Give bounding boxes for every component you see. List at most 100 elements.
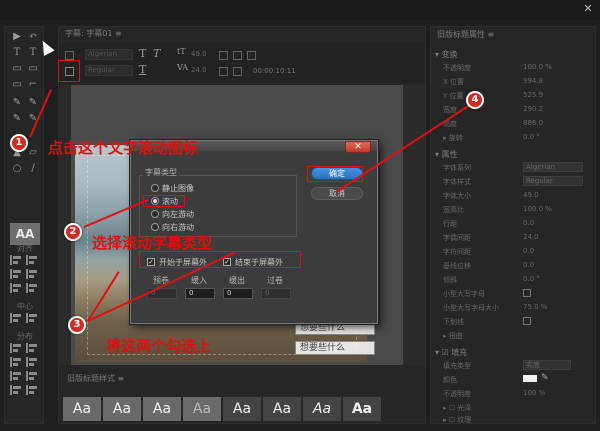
italic-icon[interactable]: T <box>153 47 160 60</box>
window-close-icon[interactable]: ✕ <box>582 3 594 15</box>
ease-in-input[interactable]: 0 <box>185 288 215 299</box>
tools-panel: ▶ ↶ T T ▭ ▭ ▭ ⌐ ✎ ✎ ✎ ✎ ▲ ▱ ○ / AA 对齐 中心… <box>4 26 44 424</box>
vertical-path-type-tool-icon[interactable]: ⌐ <box>26 79 40 91</box>
eyedropper-icon[interactable]: ✎ <box>541 373 549 383</box>
radio-still[interactable] <box>151 184 159 192</box>
prop-value[interactable]: 75.0 % <box>523 303 547 311</box>
font-family-field[interactable]: Algerian <box>523 162 583 172</box>
prop-value[interactable]: 886.0 <box>523 119 543 127</box>
dialog-close-button[interactable]: ✕ <box>345 141 371 153</box>
step-1-caption: 点击这个文字滚动图标 <box>48 139 199 157</box>
distribute-bottom-icon[interactable] <box>26 371 38 381</box>
align-right-icon[interactable] <box>10 269 22 279</box>
properties-header: 旧版标题属性 ≡ <box>437 30 495 39</box>
vertical-type-tool-icon[interactable]: T <box>26 47 40 59</box>
title-style-swatch[interactable]: Aa <box>263 397 301 421</box>
prop-value[interactable]: 994.8 <box>523 77 543 85</box>
title-style-swatch[interactable]: Aa <box>223 397 261 421</box>
distribute-top-icon[interactable] <box>26 357 38 367</box>
underline-checkbox[interactable] <box>523 317 531 325</box>
tab-stops-icon[interactable] <box>219 67 228 76</box>
title-style-swatch[interactable]: Aa <box>303 397 341 421</box>
radio-crawl-right[interactable] <box>151 223 159 231</box>
align-center-icon[interactable] <box>26 255 38 265</box>
title-style-swatch[interactable]: Aa <box>183 397 221 421</box>
center-horizontal-icon[interactable] <box>10 313 22 323</box>
distribute-center-icon[interactable] <box>26 343 38 353</box>
font-family-select[interactable]: Algerian <box>85 49 133 60</box>
arc-tool-icon[interactable]: ▱ <box>26 147 40 159</box>
postroll-input[interactable]: 0 <box>261 288 291 299</box>
prop-value[interactable]: 49.0 <box>523 191 539 199</box>
sheen-section[interactable]: ▸ ☐ 光泽 <box>443 403 471 413</box>
font-style-field[interactable]: Regular <box>523 176 583 186</box>
new-title-icon[interactable] <box>65 51 74 60</box>
prop-value[interactable]: 0.0 <box>523 247 534 255</box>
ease-out-input[interactable]: 0 <box>223 288 253 299</box>
texture-section[interactable]: ▸ ☐ 纹理 <box>443 415 471 425</box>
fill-color-swatch[interactable] <box>523 375 537 382</box>
transform-section[interactable]: ▾ 变换 <box>435 49 458 60</box>
small-caps-checkbox[interactable] <box>523 289 531 297</box>
font-size-value[interactable]: 49.0 <box>191 50 207 58</box>
align-middle-icon[interactable] <box>10 283 22 293</box>
prop-value[interactable]: 100 % <box>523 389 545 397</box>
properties-section[interactable]: ▾ 属性 <box>435 149 458 160</box>
align-bottom-icon[interactable] <box>26 283 38 293</box>
vertical-area-type-tool-icon[interactable]: ▭ <box>26 63 40 75</box>
add-anchor-tool-icon[interactable]: ✎ <box>10 113 24 125</box>
underline-icon[interactable]: T <box>139 63 146 76</box>
align-left-text-icon[interactable] <box>219 51 228 60</box>
kerning-value[interactable]: 24.0 <box>191 66 207 74</box>
radio-crawl-left-label[interactable]: 向左游动 <box>162 209 194 220</box>
type-tool-icon[interactable]: T <box>10 47 24 59</box>
distribute-middle-icon[interactable] <box>10 371 22 381</box>
area-type-tool-icon[interactable]: ▭ <box>10 63 24 75</box>
title-style-swatch[interactable]: Aa <box>343 397 381 421</box>
prop-value[interactable]: 0.0 ° <box>523 275 540 283</box>
title-style-swatch[interactable]: Aa <box>143 397 181 421</box>
selection-tool-icon[interactable]: ▶ <box>10 31 24 43</box>
prop-value[interactable]: 24.0 <box>523 233 539 241</box>
distribute-section-label: 分布 <box>17 332 33 341</box>
bold-icon[interactable]: T <box>139 47 146 60</box>
prop-label: 字体大小 <box>443 192 471 200</box>
align-right-text-icon[interactable] <box>247 51 256 60</box>
distribute-left-icon[interactable] <box>10 343 22 353</box>
distribute-v-space-icon[interactable] <box>26 385 38 395</box>
title-style-swatch[interactable]: Aa <box>103 397 141 421</box>
align-center-text-icon[interactable] <box>233 51 242 60</box>
pen-tool-icon[interactable]: ✎ <box>10 97 24 109</box>
distribute-h-space-icon[interactable] <box>10 385 22 395</box>
distort-section[interactable]: ▸ 扭曲 <box>443 331 463 341</box>
title-style-swatch[interactable]: Aa <box>63 397 101 421</box>
prop-value[interactable]: 525.9 <box>523 91 543 99</box>
rotate-tool-icon[interactable]: ↶ <box>26 31 40 43</box>
title-text-line[interactable]: 想要些什么 <box>295 341 375 355</box>
fill-type-select[interactable]: 实底 <box>523 360 571 370</box>
prop-value[interactable]: 0.0 <box>523 219 534 227</box>
align-left-icon[interactable] <box>10 255 22 265</box>
fill-section[interactable]: ▾ ☑ 填充 <box>435 347 467 358</box>
title-tab[interactable]: 字幕: 字幕01 ≡ <box>65 27 122 40</box>
prop-value[interactable]: 100.0 % <box>523 63 552 71</box>
delete-anchor-tool-icon[interactable]: ✎ <box>26 97 40 109</box>
prop-value[interactable]: 0.0 <box>523 261 534 269</box>
path-type-tool-icon[interactable]: ▭ <box>10 79 24 91</box>
timecode[interactable]: 00:00:10:11 <box>253 67 296 75</box>
distribute-right-icon[interactable] <box>10 357 22 367</box>
font-style-select[interactable]: Regular <box>85 65 133 76</box>
line-tool-icon[interactable]: / <box>26 163 40 175</box>
title-styles-label: 旧版标题样式 ≡ <box>67 374 125 383</box>
align-top-icon[interactable] <box>26 269 38 279</box>
style-swatch[interactable]: AA <box>10 223 40 245</box>
show-background-video-icon[interactable] <box>233 67 242 76</box>
ellipse-tool-icon[interactable]: ○ <box>10 163 24 175</box>
prop-value[interactable]: 290.2 <box>523 105 543 113</box>
radio-still-label[interactable]: 静止图像 <box>162 183 194 194</box>
prop-value[interactable]: 0.0 ° <box>523 133 540 141</box>
annotation-box-roll-radio <box>143 195 185 207</box>
radio-crawl-left[interactable] <box>151 210 159 218</box>
prop-value[interactable]: 100.0 % <box>523 205 552 213</box>
center-vertical-icon[interactable] <box>26 313 38 323</box>
